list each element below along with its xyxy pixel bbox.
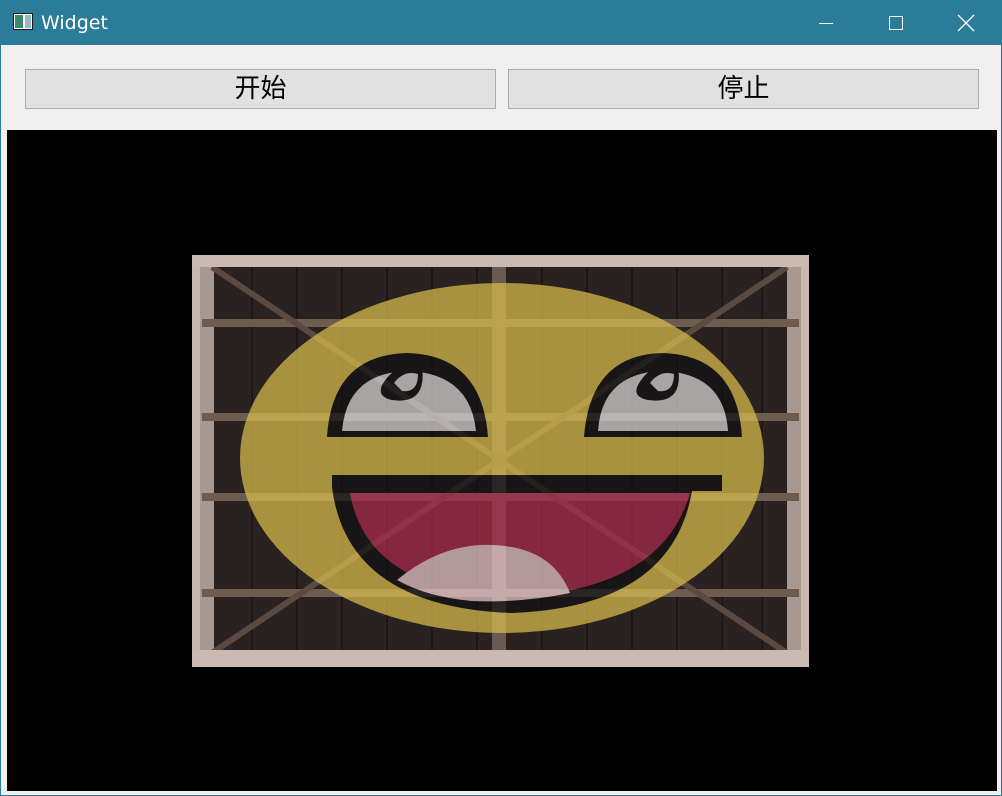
maximize-icon xyxy=(889,16,903,30)
close-button[interactable] xyxy=(931,1,1001,45)
start-button[interactable]: 开始 xyxy=(25,69,496,109)
app-window: Widget 开始 停止 xyxy=(0,0,1002,796)
stop-button[interactable]: 停止 xyxy=(508,69,979,109)
title-bar[interactable]: Widget xyxy=(1,1,1001,45)
render-canvas[interactable] xyxy=(7,130,997,791)
minimize-icon xyxy=(819,23,833,24)
crate-face-image xyxy=(192,255,809,667)
minimize-button[interactable] xyxy=(791,1,861,45)
window-title: Widget xyxy=(41,12,108,34)
window-icon xyxy=(13,13,33,30)
close-icon xyxy=(957,14,975,32)
maximize-button[interactable] xyxy=(861,1,931,45)
